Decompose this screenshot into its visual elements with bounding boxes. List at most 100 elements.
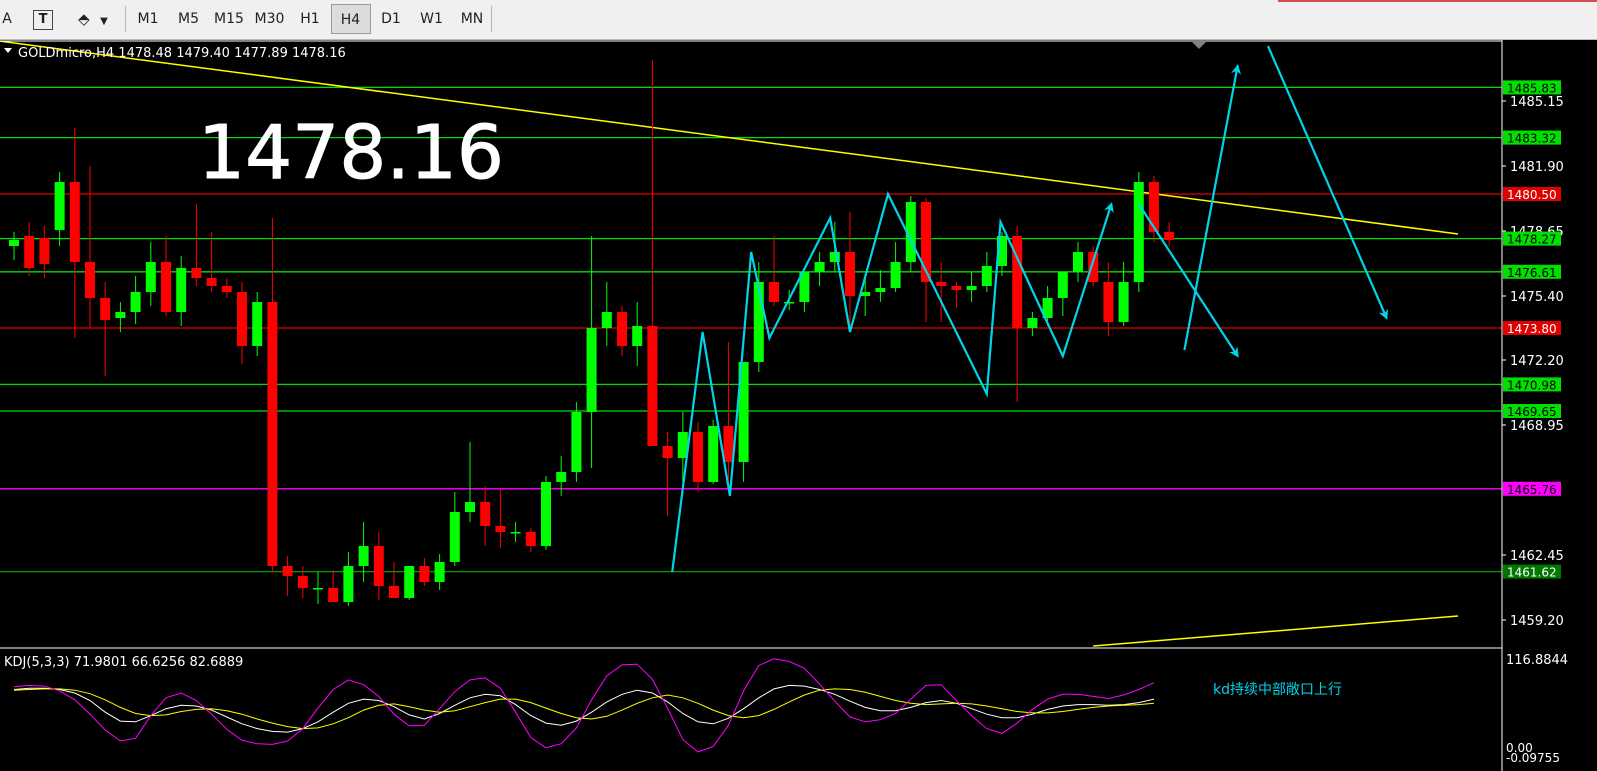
candle-body [465, 502, 475, 512]
candle-body [708, 426, 719, 482]
level-tag-text: 1461.62 [1507, 566, 1557, 580]
candle-body [890, 262, 901, 288]
level-tag-text: 1473.80 [1507, 322, 1557, 336]
candle-body [556, 472, 567, 482]
candle-body [373, 546, 384, 586]
candle-body [358, 546, 369, 566]
candle-body [875, 288, 886, 292]
kdj-header: KDJ(5,3,3) 71.9801 66.6256 82.6889 [4, 655, 243, 670]
toolbar: A T ⬘ ▼ M1 M5 M15 M30 H1 H4 D1 W1 MN [0, 0, 1597, 40]
candle-body [1057, 272, 1068, 298]
candle-body [404, 566, 415, 598]
candle-body [39, 238, 50, 264]
candle [541, 476, 551, 550]
candle-body [69, 182, 80, 262]
candle-body [495, 526, 506, 532]
candle-body [85, 262, 95, 298]
candle-body [434, 562, 445, 582]
axis-tick-label: 1462.45 [1510, 549, 1564, 564]
kdj-note: kd持续中部敞口上行 [1213, 681, 1342, 698]
candle-body [1103, 282, 1114, 322]
candle-body [601, 312, 612, 328]
candle-body [343, 566, 354, 602]
level-tag-text: 1483.32 [1507, 132, 1557, 146]
axis-tick-label: 1472.20 [1510, 354, 1564, 369]
candle-body [206, 278, 217, 286]
chevron-down-icon: ▼ [100, 16, 108, 27]
candle-body [328, 588, 339, 602]
timeframe-h4-button[interactable]: H4 [330, 4, 371, 34]
timeframe-h1-button[interactable]: H1 [290, 4, 330, 34]
candle-body [966, 286, 977, 290]
candle-body [951, 286, 962, 290]
chart-header: GOLDmicro,H4 1478.48 1479.40 1477.89 147… [18, 46, 346, 61]
candle-body [100, 298, 111, 320]
candle-body [814, 262, 825, 272]
candle-body [753, 282, 764, 362]
candle-body [632, 326, 643, 346]
candle-body [586, 328, 597, 412]
level-tag-text: 1480.50 [1507, 188, 1557, 202]
candle-body [936, 282, 947, 286]
candle-body [525, 532, 536, 546]
candle-body [282, 566, 293, 576]
candle-body [267, 302, 278, 566]
candle-body [145, 262, 156, 292]
timeframe-mn-button[interactable]: MN [452, 4, 492, 34]
candle-body [723, 426, 734, 462]
candle-body [389, 586, 399, 598]
candle-body [1164, 232, 1175, 240]
candle-body [693, 432, 703, 482]
candle [571, 402, 582, 482]
chart-area[interactable]: 1485.151481.901478.651475.401472.201468.… [0, 40, 1597, 771]
timeframe-d1-button[interactable]: D1 [371, 4, 411, 34]
text-label-icon: T [33, 10, 53, 30]
toolbar-status-strip [1278, 0, 1597, 2]
candle-body [130, 292, 141, 312]
candle-body [297, 576, 308, 588]
candle [1133, 172, 1144, 292]
candle-body [981, 266, 992, 286]
candle [693, 422, 703, 492]
candle-body [541, 482, 551, 546]
candle-body [480, 502, 491, 526]
text-label-tool-button[interactable]: T [30, 4, 56, 34]
axis-tick-label: 1459.20 [1510, 614, 1564, 629]
shapes-icon: ⬘ [78, 10, 90, 28]
candle-body [1118, 282, 1129, 322]
candle-body [1073, 252, 1083, 272]
candle-body [237, 292, 247, 346]
axis-tick-label: 1468.95 [1510, 419, 1564, 434]
timeframe-m5-button[interactable]: M5 [169, 4, 209, 34]
candle-body [647, 326, 658, 446]
candle [404, 566, 415, 600]
candle-body [9, 240, 19, 246]
timeframe-m1-button[interactable]: M1 [128, 4, 168, 34]
candle-body [191, 268, 202, 278]
level-tag-text: 1465.76 [1507, 483, 1557, 497]
level-tag-text: 1485.83 [1507, 81, 1557, 95]
candle-body [510, 532, 521, 534]
shapes-dropdown-button[interactable]: ⬘ ▼ [68, 4, 118, 34]
candle-body [769, 282, 779, 302]
timeframe-m30-button[interactable]: M30 [250, 4, 290, 34]
candle-body [115, 312, 126, 318]
candle-body [313, 588, 323, 590]
timeframe-m15-button[interactable]: M15 [209, 4, 249, 34]
candle-body [176, 268, 187, 312]
candle-body [845, 252, 855, 296]
level-tag-text: 1469.65 [1507, 405, 1557, 419]
candle-body [419, 566, 430, 582]
candle-body [1088, 252, 1099, 282]
candle-body [449, 512, 460, 562]
candle-body [662, 446, 673, 458]
axis-tick-label: 1475.40 [1510, 290, 1564, 305]
candle-body [1027, 318, 1038, 328]
candle-body [54, 182, 65, 230]
candle-body [571, 412, 582, 472]
timeframe-w1-button[interactable]: W1 [412, 4, 452, 34]
candle-body [221, 286, 232, 292]
font-tool-button[interactable]: A [0, 4, 14, 34]
axis-tick-label: 1485.15 [1510, 95, 1564, 110]
candle-body [161, 262, 171, 312]
